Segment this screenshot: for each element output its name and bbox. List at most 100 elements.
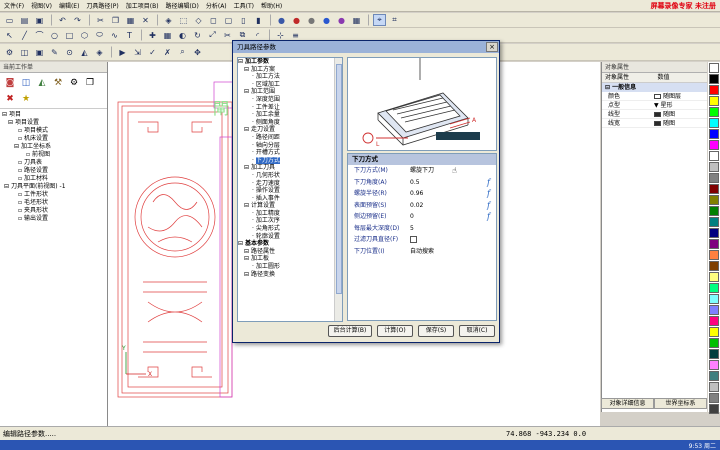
- view-right-icon[interactable]: ▯: [237, 14, 250, 26]
- menu-tools[interactable]: 工具(T): [234, 1, 254, 10]
- copy-path-icon[interactable]: ❐: [83, 76, 97, 90]
- param-row-plunge-angle[interactable]: 下刀角度(A) 0.5 f: [348, 177, 496, 189]
- save-icon[interactable]: ▣: [33, 14, 46, 26]
- save-button[interactable]: 保存(S): [418, 325, 454, 337]
- shade-purple-icon[interactable]: ●: [335, 14, 348, 26]
- redo-icon[interactable]: ↷: [71, 14, 84, 26]
- params-tree-item[interactable]: · 加工方法: [238, 73, 342, 81]
- view-top-icon[interactable]: ◻: [207, 14, 220, 26]
- new-icon[interactable]: ▭: [3, 14, 16, 26]
- property-row-point-type[interactable]: 点型 ▼ 星形: [602, 101, 707, 110]
- params-tree-item[interactable]: · 加工次序: [238, 217, 342, 225]
- params-tree-item[interactable]: ⊟ 走刀设置: [238, 126, 342, 134]
- palette-swatch[interactable]: [709, 360, 719, 370]
- view-front-icon[interactable]: ▢: [222, 14, 235, 26]
- open-icon[interactable]: ▤: [18, 14, 31, 26]
- scale-icon[interactable]: ⤢: [206, 29, 219, 41]
- palette-swatch[interactable]: [709, 294, 719, 304]
- background-compute-button[interactable]: 后台计算(B): [328, 325, 372, 337]
- tool-icon[interactable]: ⚒: [51, 76, 65, 90]
- cross-icon[interactable]: ✗: [161, 46, 174, 58]
- palette-swatch[interactable]: [709, 195, 719, 205]
- params-tree-item[interactable]: · 深度范围: [238, 96, 342, 104]
- param-row-side-allowance[interactable]: 侧边预留(E) 0 f: [348, 211, 496, 223]
- 3d-icon[interactable]: ◈: [93, 46, 106, 58]
- path-icon[interactable]: ◭: [35, 76, 49, 90]
- paste-icon[interactable]: ▦: [124, 14, 137, 26]
- params-tree-item[interactable]: · 尖角形式: [238, 225, 342, 233]
- tree-item[interactable]: ▫ 夹具形状: [2, 207, 105, 215]
- arc-icon[interactable]: ⌒: [33, 29, 46, 41]
- shade-icon[interactable]: ●: [275, 14, 288, 26]
- line-icon[interactable]: ╱: [18, 29, 31, 41]
- tree-item[interactable]: ⊟ 项目设置: [2, 119, 105, 127]
- delete-icon[interactable]: ✕: [139, 14, 152, 26]
- palette-swatch[interactable]: [709, 217, 719, 227]
- contour-icon[interactable]: ◫: [18, 46, 31, 58]
- palette-swatch[interactable]: [709, 327, 719, 337]
- palette-swatch[interactable]: [709, 74, 719, 84]
- array-icon[interactable]: ▦: [161, 29, 174, 41]
- shade-gray-icon[interactable]: ●: [305, 14, 318, 26]
- formula-icon[interactable]: f: [487, 188, 490, 200]
- rotate-icon[interactable]: ↻: [191, 29, 204, 41]
- params-tree-item[interactable]: · 走刀速度: [238, 180, 342, 188]
- filter-tool-checkbox[interactable]: [410, 236, 417, 243]
- undo-icon[interactable]: ↶: [56, 14, 69, 26]
- param-row-plunge-position[interactable]: 下刀位置(I) 自动搜索: [348, 246, 496, 258]
- delete-path-icon[interactable]: ✖: [3, 92, 17, 106]
- param-row-filter-tool-diameter[interactable]: 过滤刀具直径(F): [348, 234, 496, 246]
- tree-item[interactable]: ▫ 前视图: [2, 151, 105, 159]
- param-row-max-layer-depth[interactable]: 每层最大深度(D) 5: [348, 223, 496, 235]
- drill-icon[interactable]: ⊙: [63, 46, 76, 58]
- menu-toolpath[interactable]: 刀具路径(P): [86, 1, 118, 10]
- menu-help[interactable]: 帮助(H): [261, 1, 282, 10]
- palette-swatch[interactable]: [709, 404, 719, 414]
- palette-swatch[interactable]: [709, 140, 719, 150]
- palette-swatch[interactable]: [709, 250, 719, 260]
- formula-icon[interactable]: f: [487, 177, 490, 189]
- param-row-helix-radius[interactable]: 螺旋半径(R) 0.96 f: [348, 188, 496, 200]
- polygon-icon[interactable]: ⬡: [78, 29, 91, 41]
- tree-item[interactable]: ▫ 机床设置: [2, 135, 105, 143]
- tab-world-coords[interactable]: 世界坐标系: [654, 398, 707, 409]
- spline-icon[interactable]: ∿: [108, 29, 121, 41]
- menu-edit[interactable]: 编辑(E): [59, 1, 79, 10]
- close-button[interactable]: ×: [486, 42, 498, 52]
- copy-icon[interactable]: ❐: [109, 14, 122, 26]
- mirror-icon[interactable]: ◐: [176, 29, 189, 41]
- palette-swatch[interactable]: [709, 206, 719, 216]
- params-tree-item[interactable]: · 轴向分层: [238, 142, 342, 150]
- params-tree-item[interactable]: ⊟ 加工刀具: [238, 164, 342, 172]
- params-tree-item[interactable]: · 几何形状: [238, 172, 342, 180]
- settings-icon[interactable]: ⚙: [67, 76, 81, 90]
- relief-icon[interactable]: ◭: [78, 46, 91, 58]
- palette-swatch[interactable]: [709, 393, 719, 403]
- palette-swatch[interactable]: [709, 96, 719, 106]
- machining-icon[interactable]: ⚙: [3, 46, 16, 58]
- formula-icon[interactable]: f: [487, 200, 490, 212]
- tree-item[interactable]: ▫ 输出设置: [2, 215, 105, 223]
- grid-icon[interactable]: ▦: [350, 14, 363, 26]
- rectangle-icon[interactable]: □: [63, 29, 76, 41]
- palette-swatch[interactable]: [709, 151, 719, 161]
- tree-scrollbar[interactable]: [334, 58, 342, 321]
- palette-swatch[interactable]: [709, 283, 719, 293]
- palette-swatch[interactable]: [709, 63, 719, 73]
- plus-icon[interactable]: ✚: [146, 29, 159, 41]
- palette-swatch[interactable]: [709, 228, 719, 238]
- engrave-icon[interactable]: ✎: [48, 46, 61, 58]
- tree-item[interactable]: ▫ 加工材料: [2, 175, 105, 183]
- params-tree-item[interactable]: · 操作设置: [238, 187, 342, 195]
- project-icon[interactable]: ◙: [3, 76, 17, 90]
- snap-options-icon[interactable]: ⌗: [388, 14, 401, 26]
- menu-file[interactable]: 文件(F): [4, 1, 24, 10]
- palette-swatch[interactable]: [709, 261, 719, 271]
- palette-swatch[interactable]: [709, 184, 719, 194]
- zoom-icon[interactable]: ⌕: [176, 46, 189, 58]
- palette-swatch[interactable]: [709, 129, 719, 139]
- palette-swatch[interactable]: [709, 107, 719, 117]
- palette-swatch[interactable]: [709, 162, 719, 172]
- params-tree-item[interactable]: ⊟ 基本参数: [238, 240, 342, 248]
- pocket-icon[interactable]: ▣: [33, 46, 46, 58]
